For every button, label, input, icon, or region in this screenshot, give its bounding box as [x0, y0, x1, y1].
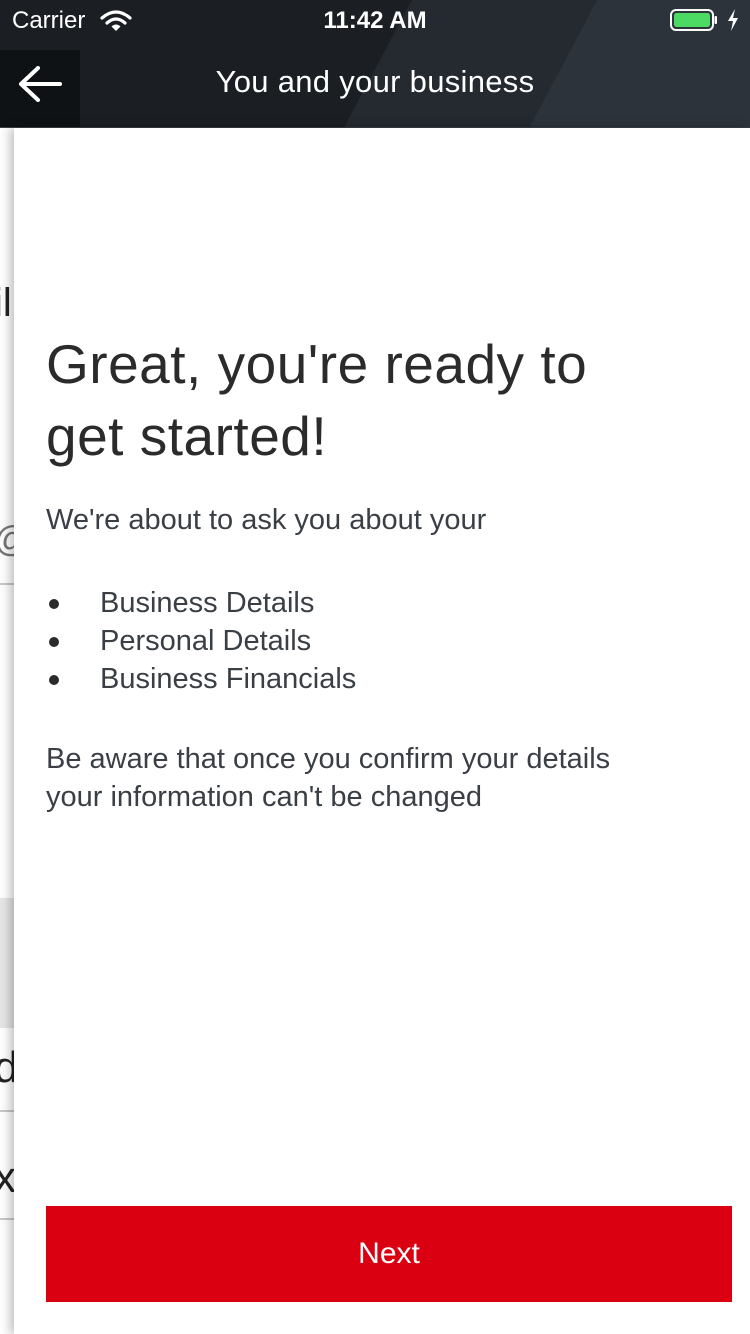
background-text-fragment: il — [0, 281, 12, 325]
battery-icon — [670, 9, 717, 31]
screen: il @ d x Carrier 11:42 AM — [0, 0, 750, 1334]
background-screen: il @ d x — [0, 128, 14, 1334]
headline-line: Great, you're ready to — [46, 333, 588, 395]
navigation-bar: You and your business — [0, 40, 750, 128]
background-divider — [0, 1110, 14, 1112]
topic-label: Business Details — [100, 587, 315, 619]
next-button[interactable]: Next — [46, 1206, 732, 1302]
background-panel — [0, 898, 14, 1028]
warning-line: your information can't be changed — [46, 781, 482, 813]
bullet-icon — [49, 637, 59, 647]
topic-label: Business Financials — [100, 663, 357, 695]
background-text-fragment: @ — [0, 521, 14, 557]
intro-text: We're about to ask you about your — [46, 504, 487, 536]
warning-text: Be aware that once you confirm your deta… — [46, 740, 726, 816]
headline: Great, you're ready to get started! — [46, 328, 726, 472]
status-bar: Carrier 11:42 AM — [0, 0, 750, 40]
background-text-fragment: d — [0, 1043, 14, 1092]
bullet-icon — [49, 599, 59, 609]
page-title: You and your business — [215, 64, 535, 99]
header: Carrier 11:42 AM You and your business — [0, 0, 750, 128]
status-time: 11:42 AM — [323, 7, 427, 34]
background-text-fragment: x — [0, 1153, 14, 1202]
bullet-icon — [49, 675, 59, 685]
topic-label: Personal Details — [100, 625, 312, 657]
charging-icon — [728, 9, 738, 31]
modal-sheet: Great, you're ready to get started! We'r… — [14, 128, 750, 1334]
background-divider — [0, 583, 14, 585]
background-divider — [0, 1218, 14, 1220]
warning-line: Be aware that once you confirm your deta… — [46, 743, 611, 775]
headline-line: get started! — [46, 405, 328, 467]
